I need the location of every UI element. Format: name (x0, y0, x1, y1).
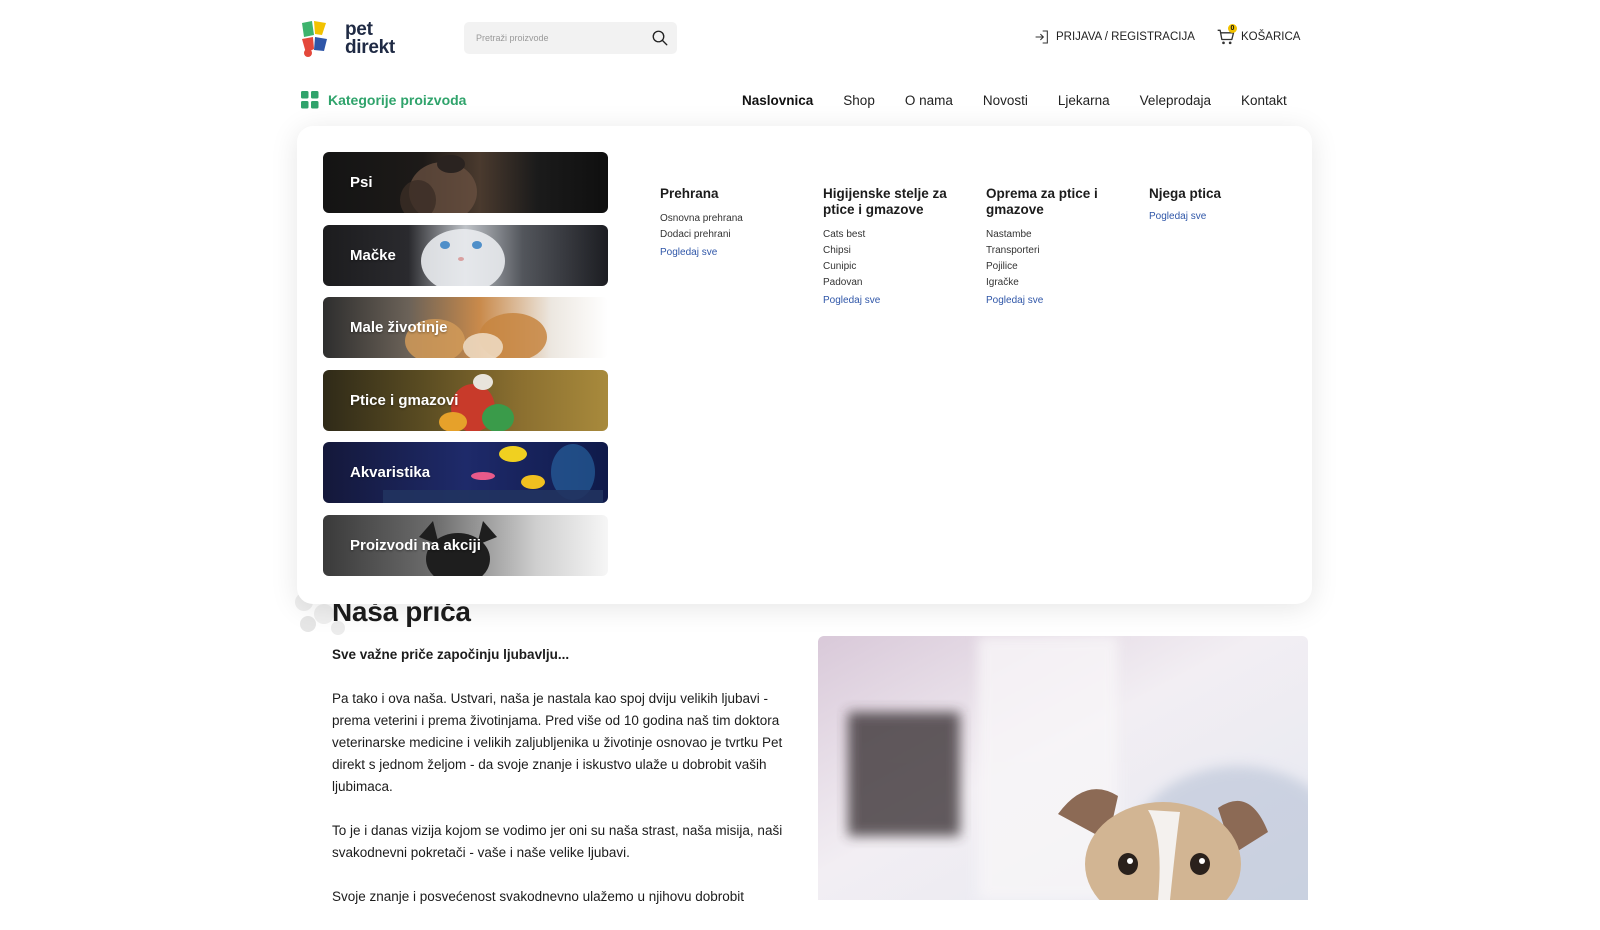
subcategory-link[interactable]: Transporteri (986, 243, 1136, 259)
story-dog-image (818, 636, 1308, 900)
cart-count-badge: 0 (1228, 24, 1237, 33)
view-all-link[interactable]: Pogledaj sve (1149, 211, 1299, 222)
subcategory-column-njega-ptica: Njega ptica Pogledaj sve (1149, 186, 1299, 222)
product-categories-button[interactable]: Kategorije proizvoda (301, 89, 466, 111)
category-card-akvaristika[interactable]: Akvaristika (323, 442, 608, 504)
subcategory-link[interactable]: Padovan (823, 275, 973, 291)
subcategory-column-title: Oprema za ptice i gmazove (986, 186, 1098, 217)
subcategory-column-title: Prehrana (660, 186, 719, 201)
subcategory-link[interactable]: Cats best (823, 227, 973, 243)
subcategory-column-title: Njega ptica (1149, 186, 1222, 201)
search-box (464, 22, 677, 54)
subcategory-link[interactable]: Dodaci prehrani (660, 227, 810, 243)
story-lead: Sve važne priče započinju ljubavlju... (332, 647, 570, 662)
nav-item-veleprodaja[interactable]: Veleprodaja (1140, 93, 1211, 108)
grid-icon (301, 91, 319, 109)
nav-item-naslovnica[interactable]: Naslovnica (742, 93, 813, 108)
view-all-link[interactable]: Pogledaj sve (823, 295, 973, 306)
cart-link[interactable]: 0 KOŠARICA (1216, 24, 1301, 48)
nav-item-kontakt[interactable]: Kontakt (1241, 93, 1287, 108)
nav-item-ljekarna[interactable]: Ljekarna (1058, 93, 1110, 108)
subcategory-column-title: Higijenske stelje za ptice i gmazove (823, 186, 947, 217)
login-icon (1035, 30, 1048, 44)
category-card-psi[interactable]: Psi (323, 152, 608, 213)
logo[interactable]: pet direkt (300, 18, 412, 60)
logo-mark-icon (302, 21, 327, 57)
mega-menu-dropdown: Psi Mačke Male životinje Ptice i gmazovi… (297, 126, 1312, 604)
category-card-macke[interactable]: Mačke (323, 224, 608, 286)
story-paragraph: Pa tako i ova naša. Ustvari, naša je nas… (332, 691, 783, 794)
view-all-link[interactable]: Pogledaj sve (986, 295, 1136, 306)
nav-item-novosti[interactable]: Novosti (983, 93, 1028, 108)
cart-icon-wrap: 0 (1216, 24, 1237, 47)
cart-label: KOŠARICA (1241, 31, 1301, 43)
subcategory-column-prehrana: Prehrana Osnovna prehrana Dodaci prehran… (660, 186, 810, 258)
subcategory-link[interactable]: Pojilice (986, 259, 1136, 275)
logo-text: pet direkt (345, 20, 395, 58)
category-list: Psi Mačke Male životinje Ptice i gmazovi… (323, 152, 608, 588)
category-label-proizvodi-na-akciji: Proizvodi na akciji (350, 536, 481, 554)
view-all-link[interactable]: Pogledaj sve (660, 247, 810, 258)
nav-item-o-nama[interactable]: O nama (905, 93, 953, 108)
category-label-macke: Mačke (350, 246, 396, 264)
login-label: PRIJAVA / REGISTRACIJA (1056, 31, 1195, 43)
category-card-ptice-i-gmazovi[interactable]: Ptice i gmazovi (323, 369, 608, 431)
subcategory-link[interactable]: Osnovna prehrana (660, 211, 810, 227)
product-categories-label: Kategorije proizvoda (328, 92, 467, 108)
category-card-male-zivotinje[interactable]: Male životinje (323, 297, 608, 359)
story-text: Sve važne priče započinju ljubavlju... P… (332, 644, 794, 930)
story-paragraph: To je i danas vizija kojom se vodimo jer… (332, 823, 783, 860)
search-input[interactable] (476, 22, 636, 54)
subcategory-column-higijenske-stelje: Higijenske stelje za ptice i gmazove Cat… (823, 186, 973, 306)
subcategory-link[interactable]: Igračke (986, 275, 1136, 291)
search-icon[interactable] (651, 29, 669, 47)
logo-line-2: direkt (345, 37, 395, 58)
login-register-link[interactable]: PRIJAVA / REGISTRACIJA (1034, 28, 1195, 46)
category-label-male-zivotinje: Male životinje (350, 319, 448, 337)
subcategory-link[interactable]: Cunipic (823, 259, 973, 275)
subcategory-link[interactable]: Nastambe (986, 227, 1136, 243)
category-card-proizvodi-na-akciji[interactable]: Proizvodi na akciji (323, 514, 608, 576)
main-navigation: Naslovnica Shop O nama Novosti Ljekarna … (742, 89, 1287, 111)
puppy-photo-image (818, 636, 1308, 900)
category-label-akvaristika: Akvaristika (350, 464, 431, 482)
nav-item-shop[interactable]: Shop (843, 93, 875, 108)
subcategory-link[interactable]: Chipsi (823, 243, 973, 259)
category-label-ptice-i-gmazovi: Ptice i gmazovi (350, 391, 459, 409)
category-label-psi: Psi (350, 174, 373, 191)
subcategory-column-oprema: Oprema za ptice i gmazove Nastambe Trans… (986, 186, 1136, 306)
story-paragraph: Svoje znanje i posvećenost svakodnevno u… (332, 889, 745, 904)
